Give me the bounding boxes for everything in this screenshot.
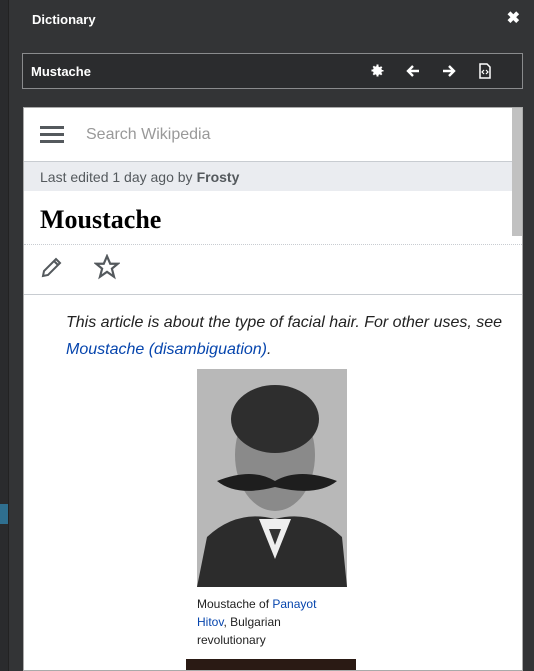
watch-star-icon[interactable]: [93, 253, 121, 285]
wikipedia-page[interactable]: Search Wikipedia Last edited 1 day ago b…: [23, 107, 523, 671]
figure-caption: Moustache of Panayot Hitov, Bulgarian re…: [197, 595, 337, 649]
source-file-icon[interactable]: [476, 62, 494, 80]
wikipedia-search[interactable]: Search Wikipedia: [86, 126, 211, 144]
close-icon[interactable]: ✖: [507, 11, 520, 27]
gear-icon[interactable]: [368, 62, 386, 80]
last-edited-text: Last edited 1 day ago by: [40, 168, 193, 185]
search-bar: [22, 53, 523, 89]
hatnote-end: .: [267, 341, 272, 358]
disambiguation-link[interactable]: Moustache (disambiguation): [66, 341, 267, 358]
last-edited-bar[interactable]: Last edited 1 day ago by Frosty: [24, 162, 522, 191]
hatnote: This article is about the type of facial…: [24, 295, 522, 363]
portrait-image[interactable]: [197, 369, 347, 587]
window-title: Dictionary: [32, 11, 96, 27]
next-image[interactable]: [186, 659, 356, 670]
toolbar: [368, 62, 522, 80]
dictionary-panel: Dictionary ✖ Search Wikipedia: [8, 0, 534, 671]
article-actions: [24, 245, 522, 295]
background-strip: [0, 0, 8, 671]
article-title: Moustache: [24, 191, 522, 245]
hatnote-text: This article is about the type of facial…: [66, 314, 503, 331]
wikipedia-header: Search Wikipedia: [24, 108, 522, 162]
arrow-left-icon[interactable]: [404, 62, 422, 80]
article-figure: Moustache of Panayot Hitov, Bulgarian re…: [197, 369, 347, 649]
search-input[interactable]: [23, 54, 368, 88]
title-bar: Dictionary ✖: [9, 0, 534, 38]
background-accent: [0, 504, 8, 524]
scrollbar[interactable]: [512, 108, 522, 236]
hamburger-menu-icon[interactable]: [40, 122, 64, 147]
edit-pencil-icon[interactable]: [40, 255, 64, 284]
arrow-right-icon[interactable]: [440, 62, 458, 80]
caption-prefix: Moustache of: [197, 597, 273, 611]
last-edited-user[interactable]: Frosty: [197, 169, 240, 185]
